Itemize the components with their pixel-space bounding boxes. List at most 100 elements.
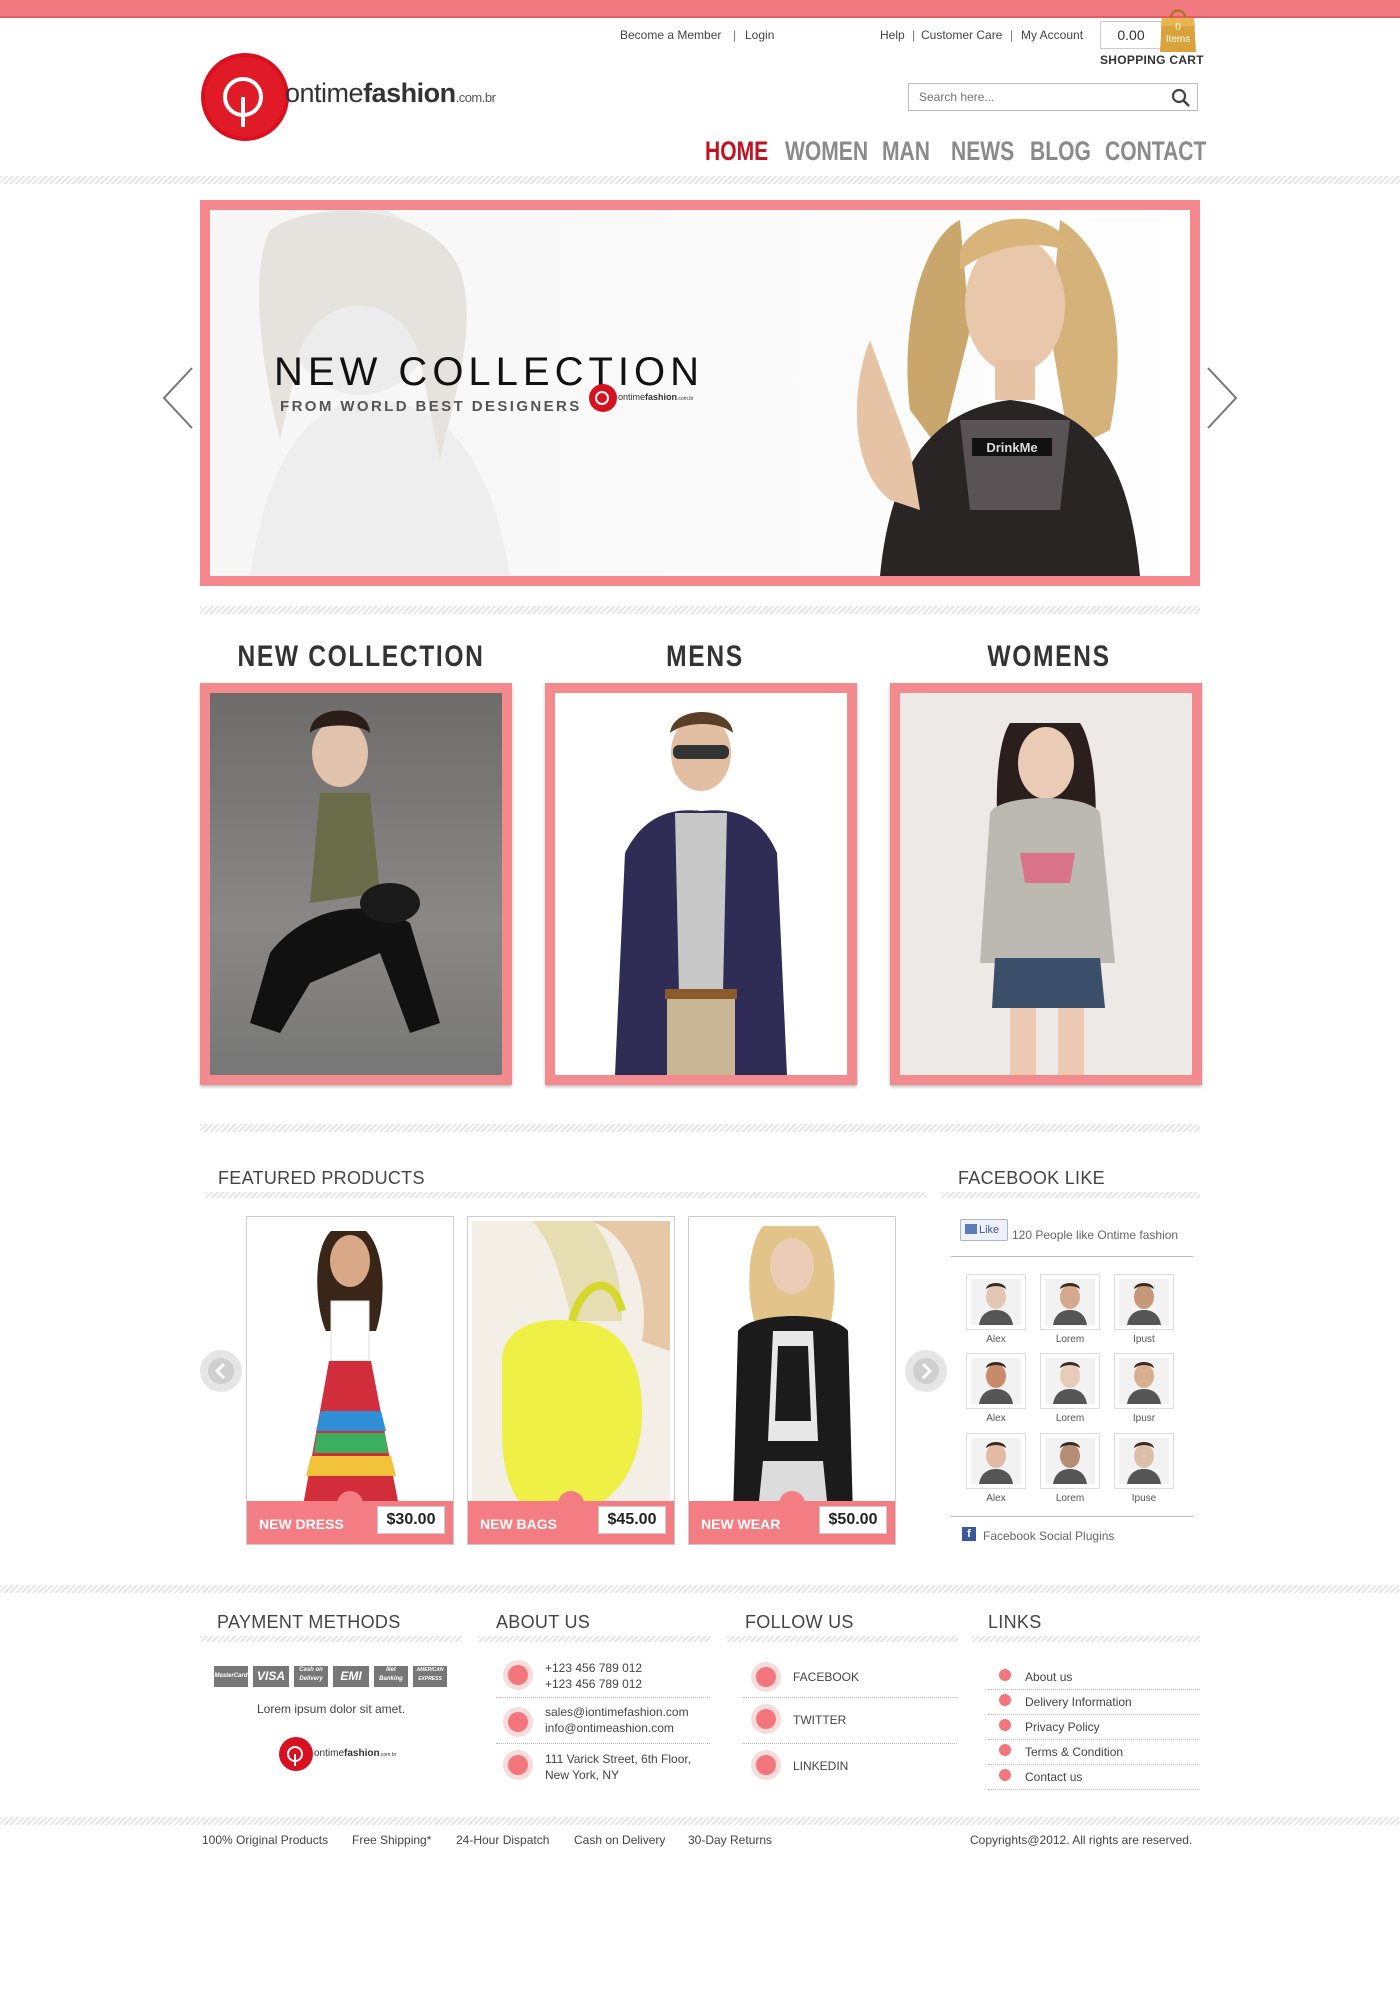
email-1[interactable]: sales@iontimefashion.com [545, 1705, 689, 1719]
category-card-womens[interactable] [890, 683, 1202, 1085]
logo-wordmark[interactable]: ontimefashion.com.br [285, 78, 496, 109]
facebook-fan-avatar[interactable] [1114, 1433, 1174, 1489]
logo-suffix: .com.br [455, 90, 496, 105]
feature-30-day-returns: 30-Day Returns [688, 1833, 773, 1847]
hero-subtitle: FROM WORLD BEST DESIGNERS [280, 398, 582, 415]
footer-logo-on: on [314, 1748, 326, 1759]
divider [205, 1192, 927, 1198]
featured-next-button[interactable] [905, 1350, 947, 1392]
links-title: LINKS [988, 1612, 1042, 1632]
divider [743, 1697, 957, 1698]
hero-logo-on: on [618, 392, 629, 402]
cart-items-label: Items [1165, 34, 1191, 45]
footer-link[interactable]: Delivery Information [1025, 1695, 1132, 1709]
logo[interactable] [200, 52, 290, 147]
divider [200, 606, 1200, 614]
footer-link[interactable]: Contact us [1025, 1770, 1082, 1784]
facebook-fan-avatar[interactable] [966, 1353, 1026, 1409]
shopping-bag-icon[interactable]: 0 Items [1160, 6, 1196, 52]
product-name: NEW BAGS [480, 1516, 557, 1532]
facebook-fan-avatar[interactable] [1040, 1274, 1100, 1330]
divider [727, 1636, 958, 1642]
nav-man[interactable]: MAN [882, 136, 930, 167]
product-card-dress[interactable]: NEW DRESS $30.00 [246, 1216, 454, 1545]
facebook-icon: f [962, 1527, 976, 1541]
follow-twitter-link[interactable]: TWITTER [793, 1713, 846, 1727]
hero-model-image: DrinkMe [856, 218, 1140, 576]
customer-care-link[interactable]: Customer Care [921, 28, 1002, 42]
facebook-like-count: 120 People like Ontime fashion [1012, 1228, 1179, 1242]
divider [0, 176, 1400, 184]
like-button-label: Like [979, 1224, 1000, 1236]
phone-icon [503, 1660, 533, 1690]
featured-products-title: FEATURED PRODUCTS [218, 1168, 425, 1188]
hero-title: NEW COLLECTION [274, 350, 705, 394]
footer-link[interactable]: About us [1025, 1670, 1072, 1684]
divider [988, 1689, 1200, 1690]
product-image [251, 1221, 449, 1517]
search-icon[interactable] [1171, 88, 1191, 108]
become-member-link[interactable]: Become a Member [620, 28, 721, 42]
feature-free-shipping: Free Shipping* [352, 1833, 432, 1847]
nav-women[interactable]: WOMEN [785, 136, 868, 167]
facebook-icon[interactable] [751, 1662, 781, 1692]
footer-link[interactable]: Terms & Condition [1025, 1745, 1123, 1759]
nav-contact[interactable]: CONTACT [1105, 136, 1206, 167]
logo-mark-icon [201, 53, 289, 141]
footer-link[interactable]: Privacy Policy [1025, 1720, 1100, 1734]
category-title-new-collection[interactable]: NEW COLLECTION [226, 640, 497, 674]
facebook-fan-name: Lorem [1055, 1413, 1085, 1424]
feature-24-hour-dispatch: 24-Hour Dispatch [456, 1833, 550, 1847]
facebook-fan-avatar[interactable] [966, 1433, 1026, 1489]
facebook-fan-avatar[interactable] [1040, 1353, 1100, 1409]
cart-amount[interactable]: 0.00 [1100, 21, 1162, 49]
divider [988, 1714, 1200, 1715]
category-title-womens[interactable]: WOMENS [914, 640, 1185, 674]
category-card-new-collection[interactable] [200, 683, 512, 1085]
login-link[interactable]: Login [745, 28, 774, 42]
phone-1: +123 456 789 012 [545, 1661, 643, 1675]
facebook-fan-avatar[interactable] [1114, 1274, 1174, 1330]
category-title-mens[interactable]: MENS [570, 640, 841, 674]
facebook-social-plugins-link[interactable]: Facebook Social Plugins [983, 1529, 1114, 1543]
product-price: $45.00 [598, 1506, 666, 1534]
payment-text: Lorem ipsum dolor sit amet. [256, 1702, 406, 1716]
hero-logo-icon [589, 384, 617, 412]
featured-prev-button[interactable] [200, 1350, 242, 1392]
product-bar: NEW WEAR $50.00 [689, 1491, 895, 1544]
facebook-fan-avatar[interactable] [966, 1274, 1026, 1330]
email-2[interactable]: info@ontimeashion.com [545, 1721, 674, 1735]
nav-home[interactable]: HOME [705, 136, 768, 167]
search-input[interactable] [917, 84, 1161, 110]
hero-prev-arrow-icon[interactable] [160, 366, 196, 430]
location-icon [503, 1750, 533, 1780]
shopping-cart-label[interactable]: SHOPPING CART [1100, 53, 1204, 67]
my-account-link[interactable]: My Account [1021, 28, 1083, 42]
address-line-1: 111 Varick Street, 6th Floor, [545, 1752, 692, 1766]
hero-banner[interactable]: NEW COLLECTION FROM WORLD BEST DESIGNERS… [200, 200, 1200, 586]
separator: | [733, 28, 737, 42]
facebook-fan-avatar[interactable] [1114, 1353, 1174, 1409]
american-express-icon: AMERICAN EXPRESS [413, 1666, 447, 1687]
category-card-mens[interactable] [545, 683, 857, 1085]
category-image [900, 693, 1192, 1075]
divider [941, 1192, 1200, 1198]
product-card-wear[interactable]: NEW WEAR $50.00 [688, 1216, 896, 1545]
facebook-like-button[interactable]: Like [960, 1219, 1008, 1241]
product-card-bags[interactable]: NEW BAGS $45.00 [467, 1216, 675, 1545]
follow-linkedin-link[interactable]: LINKEDIN [793, 1759, 848, 1773]
follow-facebook-link[interactable]: FACEBOOK [793, 1670, 859, 1684]
linkedin-icon[interactable] [751, 1750, 781, 1780]
nav-blog[interactable]: BLOG [1030, 136, 1091, 167]
hero-next-arrow-icon[interactable] [1204, 366, 1240, 430]
divider [951, 1256, 1193, 1257]
nav-news[interactable]: NEWS [951, 136, 1014, 167]
twitter-icon[interactable] [751, 1704, 781, 1734]
thumbs-up-icon [965, 1224, 977, 1234]
help-link[interactable]: Help [880, 28, 905, 42]
facebook-fan-avatar[interactable] [1040, 1433, 1100, 1489]
divider [743, 1743, 957, 1744]
product-name: NEW DRESS [259, 1516, 344, 1532]
product-bar: NEW DRESS $30.00 [247, 1491, 453, 1544]
footer-logo-text: ontimefashion.com.br [314, 1748, 396, 1759]
